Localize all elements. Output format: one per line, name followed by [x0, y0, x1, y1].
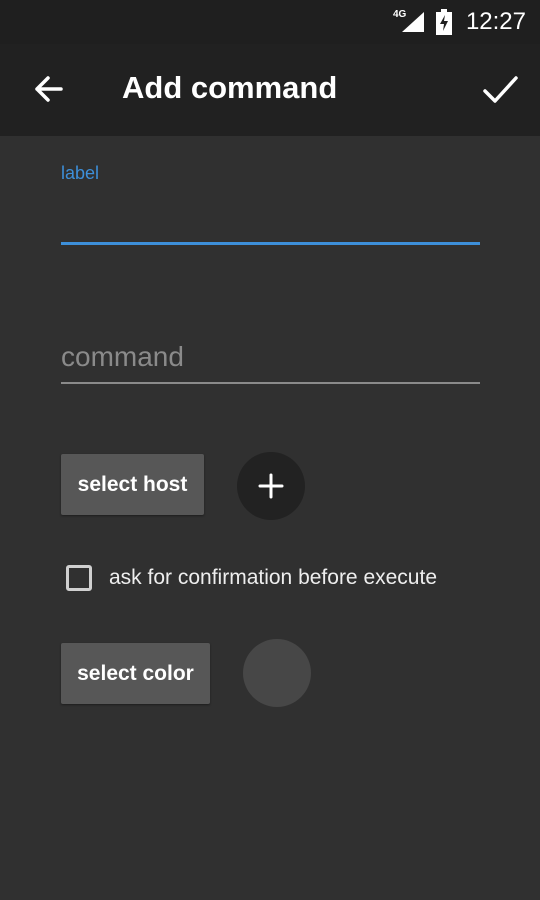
page-title: Add command	[122, 70, 338, 105]
select-host-button[interactable]: select host	[61, 454, 204, 515]
add-host-button[interactable]	[237, 452, 305, 520]
color-preview-swatch[interactable]	[243, 639, 311, 707]
arrow-back-icon	[35, 76, 63, 102]
confirmation-checkbox[interactable]	[66, 565, 92, 591]
command-field-underline	[61, 382, 480, 384]
battery-charging-icon	[436, 9, 452, 35]
clock: 12:27	[465, 8, 526, 35]
label-input[interactable]	[61, 190, 480, 240]
check-icon	[483, 76, 518, 103]
command-input[interactable]	[61, 334, 480, 380]
save-button[interactable]	[478, 68, 522, 112]
signal-icon	[402, 12, 424, 32]
label-field-underline	[61, 242, 480, 245]
app-bar: Add command	[0, 44, 540, 136]
back-button[interactable]	[28, 68, 70, 110]
label-field-caption: label	[61, 163, 100, 183]
status-bar: 4G 12:27	[0, 0, 540, 44]
select-color-button[interactable]: select color	[61, 643, 210, 704]
plus-icon	[258, 473, 284, 499]
confirmation-checkbox-label[interactable]: ask for confirmation before execute	[109, 566, 437, 590]
